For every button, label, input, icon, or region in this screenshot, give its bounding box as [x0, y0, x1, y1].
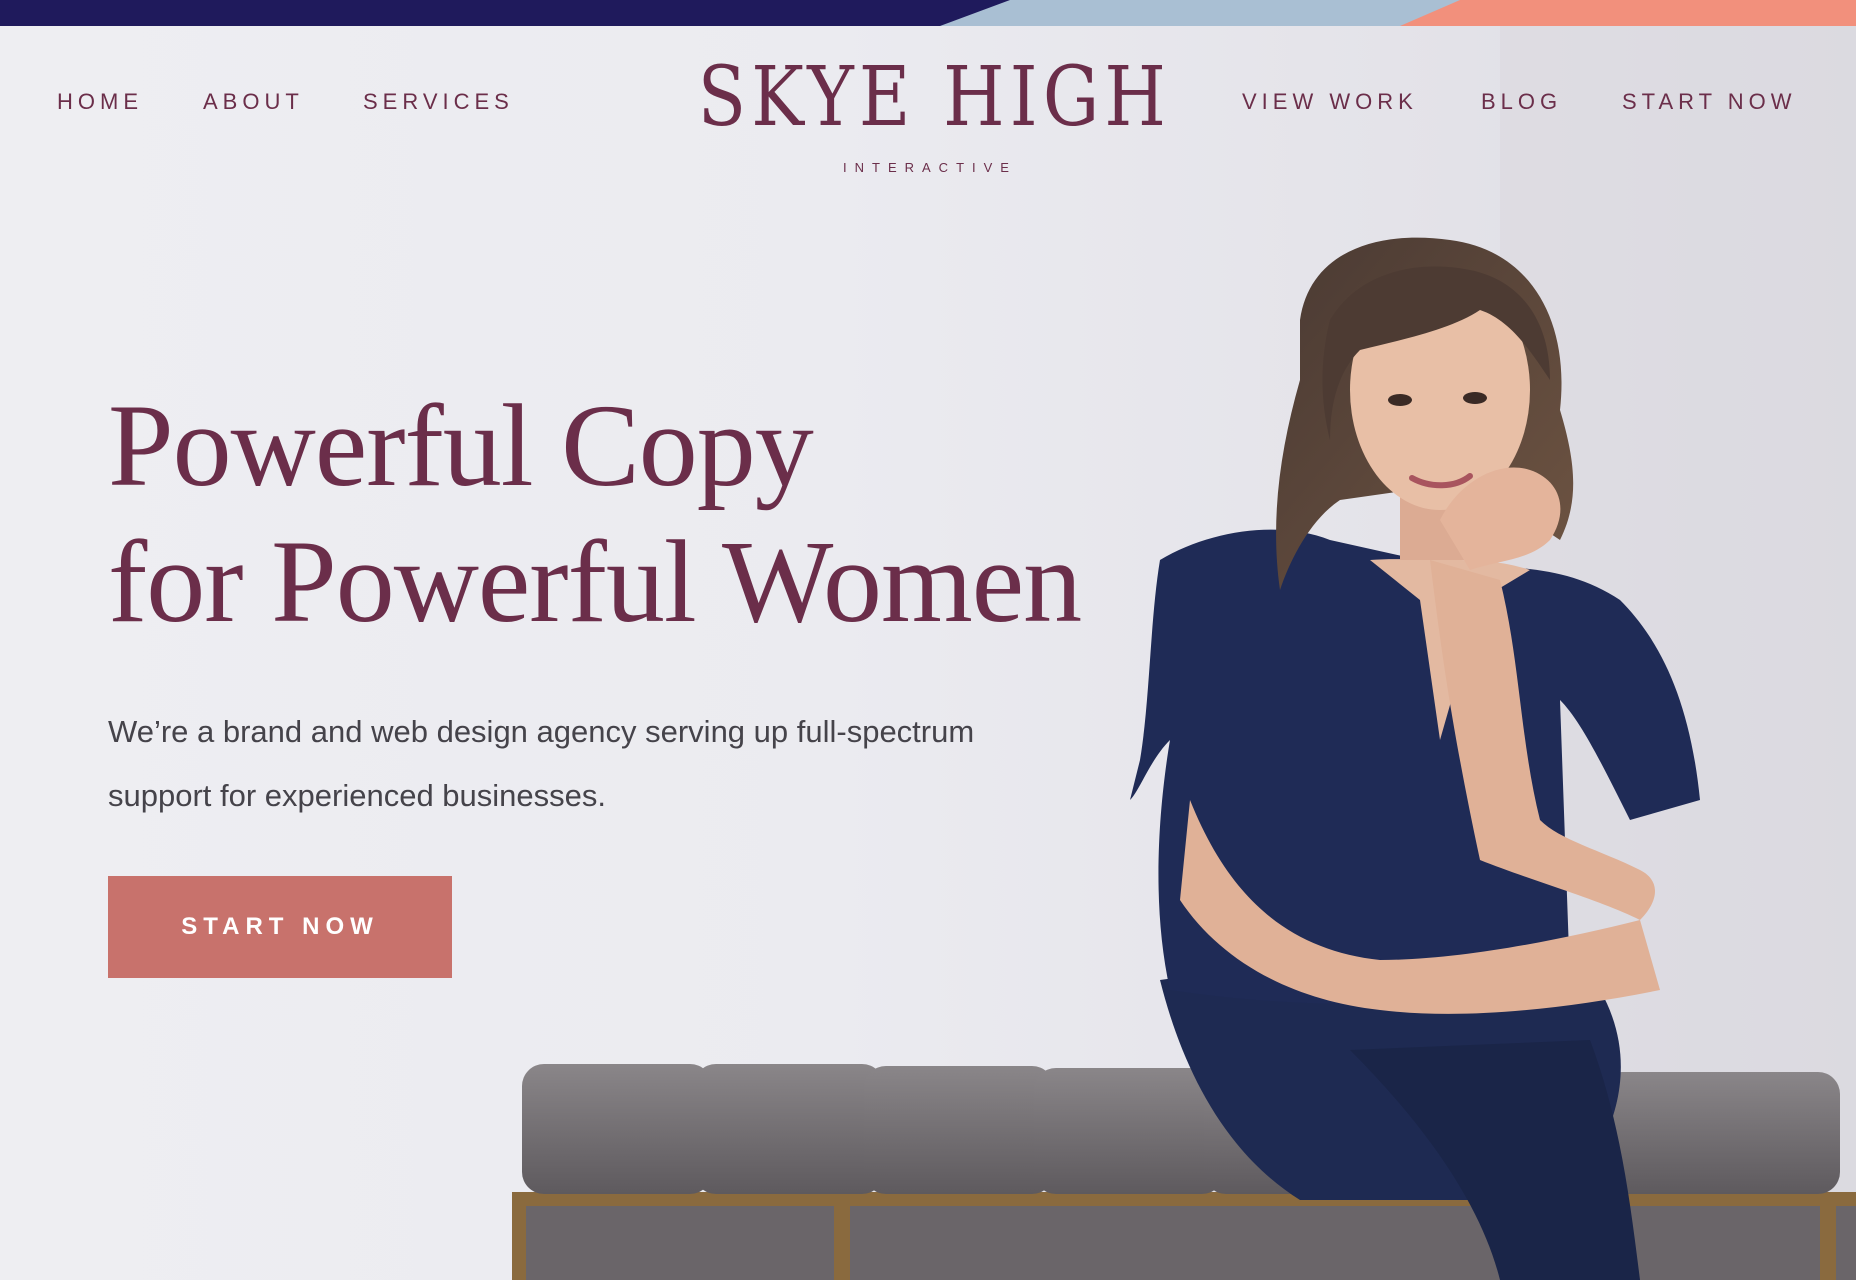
logo-subtitle: INTERACTIVE: [843, 160, 1017, 175]
top-color-strip: [0, 0, 1856, 26]
hero-headline-line-1: Powerful Copy: [108, 380, 814, 511]
nav-view-work[interactable]: VIEW WORK: [1242, 88, 1418, 116]
nav-about[interactable]: ABOUT: [203, 88, 304, 116]
hero-headline-line-2: for Powerful Women: [108, 516, 1082, 647]
hero-headline: Powerful Copy for Powerful Women: [108, 378, 1248, 650]
hero-subcopy-line-2: support for experienced businesses.: [108, 778, 607, 813]
hero-subcopy: We’re a brand and web design agency serv…: [108, 700, 1128, 828]
nav-home[interactable]: HOME: [57, 88, 143, 116]
start-now-button[interactable]: START NOW: [108, 876, 452, 978]
nav-services[interactable]: SERVICES: [363, 88, 514, 116]
page: HOME ABOUT SERVICES SKYE HIGH INTERACTIV…: [0, 0, 1856, 1280]
hero-subcopy-line-1: We’re a brand and web design agency serv…: [108, 714, 975, 749]
site-logo[interactable]: SKYE HIGH INTERACTIVE: [660, 50, 1200, 180]
nav-blog[interactable]: BLOG: [1481, 88, 1562, 116]
logo-title: SKYE HIGH: [697, 50, 1171, 145]
nav-start-now[interactable]: START NOW: [1622, 88, 1797, 116]
bench: [512, 1064, 1856, 1280]
